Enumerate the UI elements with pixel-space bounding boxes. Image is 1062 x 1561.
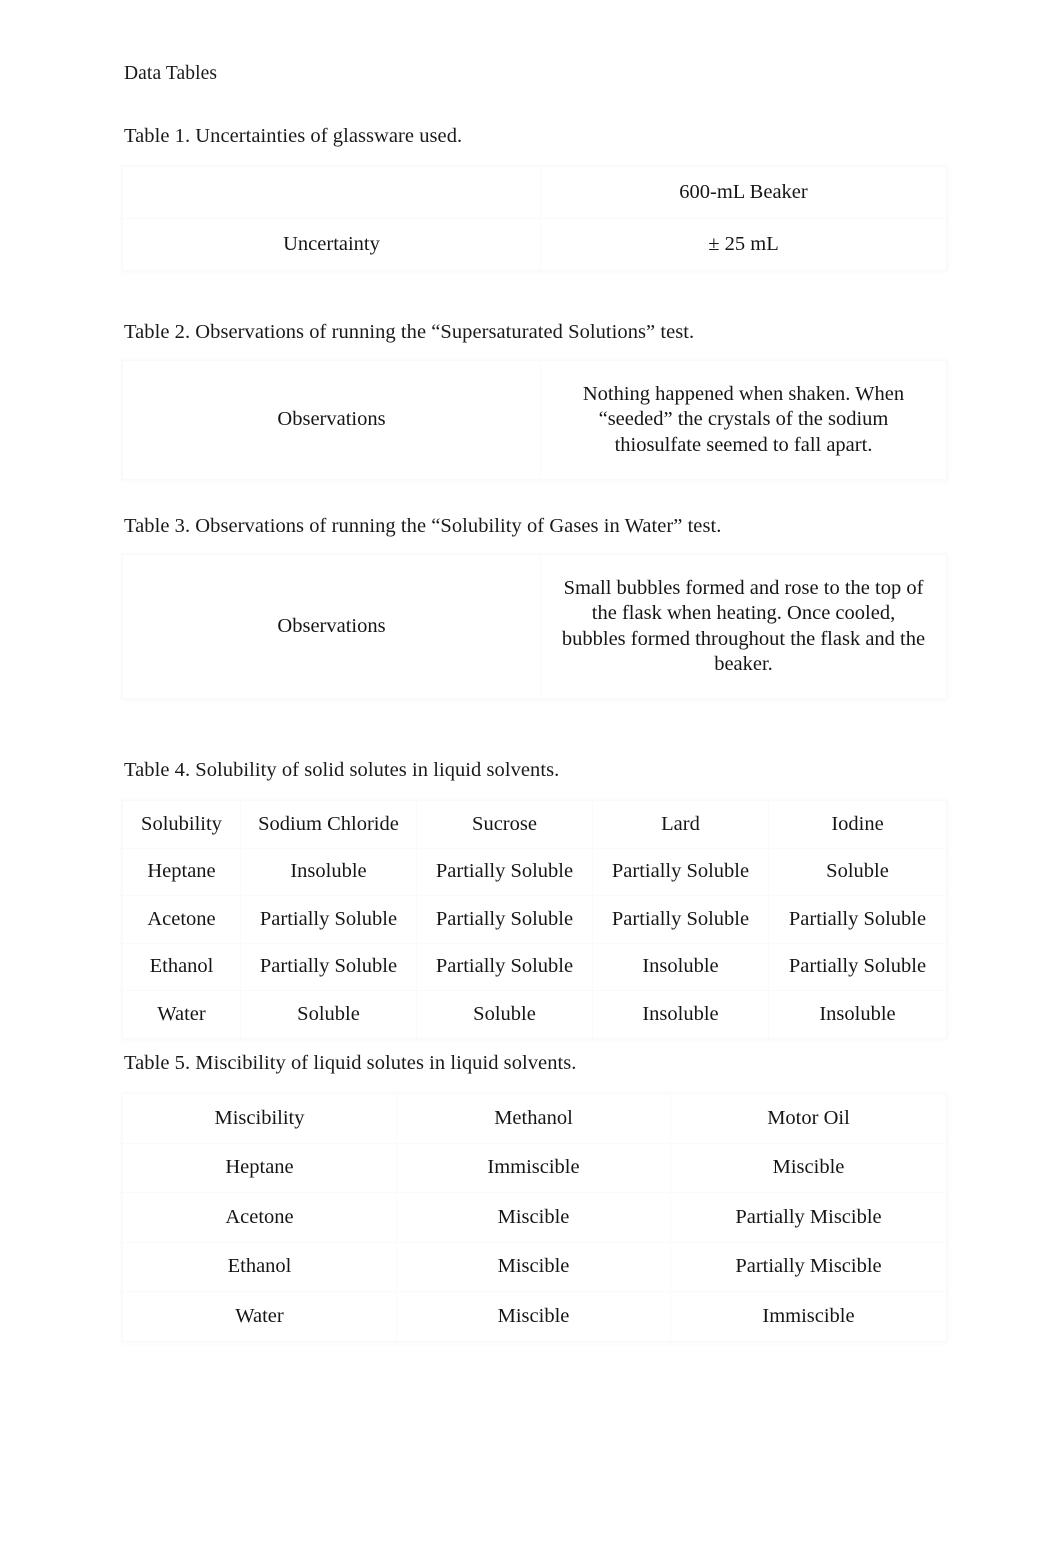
table-4-header-4: Iodine xyxy=(768,800,947,849)
table-row: Observations Nothing happened when shake… xyxy=(122,360,947,480)
table-4-row-1-cell-2: Partially Soluble xyxy=(416,895,593,944)
document-page: Data Tables Table 1. Uncertainties of gl… xyxy=(0,0,1062,1561)
table-5-row-2-cell-1: Miscible xyxy=(396,1241,671,1292)
table-5-row-0-cell-0: Heptane xyxy=(122,1142,397,1193)
table-3-row-label: Observations xyxy=(122,554,541,699)
table-5-row-1-cell-1: Miscible xyxy=(396,1192,671,1243)
table-2-row-label: Observations xyxy=(122,360,541,480)
table-3-caption: Table 3. Observations of running the “So… xyxy=(124,515,722,537)
table-4-row-1-cell-4: Partially Soluble xyxy=(768,895,947,944)
table-5-row-0-cell-2: Miscible xyxy=(670,1142,947,1193)
table-row: Heptane Insoluble Partially Soluble Part… xyxy=(122,847,947,896)
table-4-row-1-cell-1: Partially Soluble xyxy=(240,895,417,944)
table-4-row-3-cell-4: Insoluble xyxy=(768,990,947,1039)
table-1-row-label: Uncertainty xyxy=(122,218,541,271)
table-5-miscibility-grid: Miscibility Methanol Motor Oil Heptane I… xyxy=(122,1093,947,1342)
table-4-row-2-cell-4: Partially Soluble xyxy=(768,942,947,991)
table-1-row-value: ± 25 mL xyxy=(540,218,947,271)
table-row: Acetone Partially Soluble Partially Solu… xyxy=(122,895,947,944)
table-row: Water Soluble Soluble Insoluble Insolubl… xyxy=(122,990,947,1039)
table-1-caption: Table 1. Uncertainties of glassware used… xyxy=(124,125,463,147)
table-5-caption: Table 5. Miscibility of liquid solutes i… xyxy=(124,1052,577,1074)
table-4-header-2: Sucrose xyxy=(416,800,593,849)
table-2-supersaturated-observations: Observations Nothing happened when shake… xyxy=(122,360,947,480)
table-row: Ethanol Miscible Partially Miscible xyxy=(122,1241,947,1292)
table-5-header-0: Miscibility xyxy=(122,1093,397,1144)
table-4-row-0-cell-4: Soluble xyxy=(768,847,947,896)
table-4-row-2-cell-1: Partially Soluble xyxy=(240,942,417,991)
table-4-row-3-cell-2: Soluble xyxy=(416,990,593,1039)
table-1-header-beaker: 600-mL Beaker xyxy=(540,166,947,219)
table-4-row-3-cell-1: Soluble xyxy=(240,990,417,1039)
table-4-row-0-cell-0: Heptane xyxy=(122,847,241,896)
table-4-solubility-grid: Solubility Sodium Chloride Sucrose Lard … xyxy=(122,800,947,1039)
table-row: Acetone Miscible Partially Miscible xyxy=(122,1192,947,1243)
table-2-caption: Table 2. Observations of running the “Su… xyxy=(124,321,695,343)
table-row: Ethanol Partially Soluble Partially Solu… xyxy=(122,942,947,991)
table-4-header-3: Lard xyxy=(592,800,769,849)
table-4-row-3-cell-3: Insoluble xyxy=(592,990,769,1039)
table-4-row-0-cell-3: Partially Soluble xyxy=(592,847,769,896)
table-4-header-0: Solubility xyxy=(122,800,241,849)
table-row: Heptane Immiscible Miscible xyxy=(122,1142,947,1193)
table-3-observation-text: Small bubbles formed and rose to the top… xyxy=(540,554,947,699)
table-4-header-1: Sodium Chloride xyxy=(240,800,417,849)
page-title: Data Tables xyxy=(124,63,218,84)
table-4-row-0-cell-1: Insoluble xyxy=(240,847,417,896)
table-4-row-2-cell-0: Ethanol xyxy=(122,942,241,991)
table-header-row: Miscibility Methanol Motor Oil xyxy=(122,1093,947,1144)
table-4-row-0-cell-2: Partially Soluble xyxy=(416,847,593,896)
table-4-row-2-cell-3: Insoluble xyxy=(592,942,769,991)
table-5-row-3-cell-1: Miscible xyxy=(396,1291,671,1342)
table-5-row-3-cell-0: Water xyxy=(122,1291,397,1342)
table-4-row-2-cell-2: Partially Soluble xyxy=(416,942,593,991)
table-5-row-3-cell-2: Immiscible xyxy=(670,1291,947,1342)
table-row: Water Miscible Immiscible xyxy=(122,1291,947,1342)
table-2-observation-text: Nothing happened when shaken. When “seed… xyxy=(540,360,947,480)
table-4-caption: Table 4. Solubility of solid solutes in … xyxy=(124,759,560,781)
table-header-row: Solubility Sodium Chloride Sucrose Lard … xyxy=(122,800,947,849)
table-5-row-0-cell-1: Immiscible xyxy=(396,1142,671,1193)
table-1-uncertainties: 600-mL Beaker Uncertainty ± 25 mL xyxy=(122,166,947,271)
table-1-header-blank xyxy=(122,166,541,219)
table-4-row-1-cell-3: Partially Soluble xyxy=(592,895,769,944)
table-5-header-2: Motor Oil xyxy=(670,1093,947,1144)
table-5-row-2-cell-0: Ethanol xyxy=(122,1241,397,1292)
table-row: 600-mL Beaker xyxy=(122,166,947,219)
table-4-row-3-cell-0: Water xyxy=(122,990,241,1039)
table-row: Observations Small bubbles formed and ro… xyxy=(122,554,947,699)
table-5-row-2-cell-2: Partially Miscible xyxy=(670,1241,947,1292)
table-5-row-1-cell-2: Partially Miscible xyxy=(670,1192,947,1243)
table-4-row-1-cell-0: Acetone xyxy=(122,895,241,944)
table-3-gas-solubility-observations: Observations Small bubbles formed and ro… xyxy=(122,554,947,699)
table-5-header-1: Methanol xyxy=(396,1093,671,1144)
table-row: Uncertainty ± 25 mL xyxy=(122,218,947,271)
table-5-row-1-cell-0: Acetone xyxy=(122,1192,397,1243)
